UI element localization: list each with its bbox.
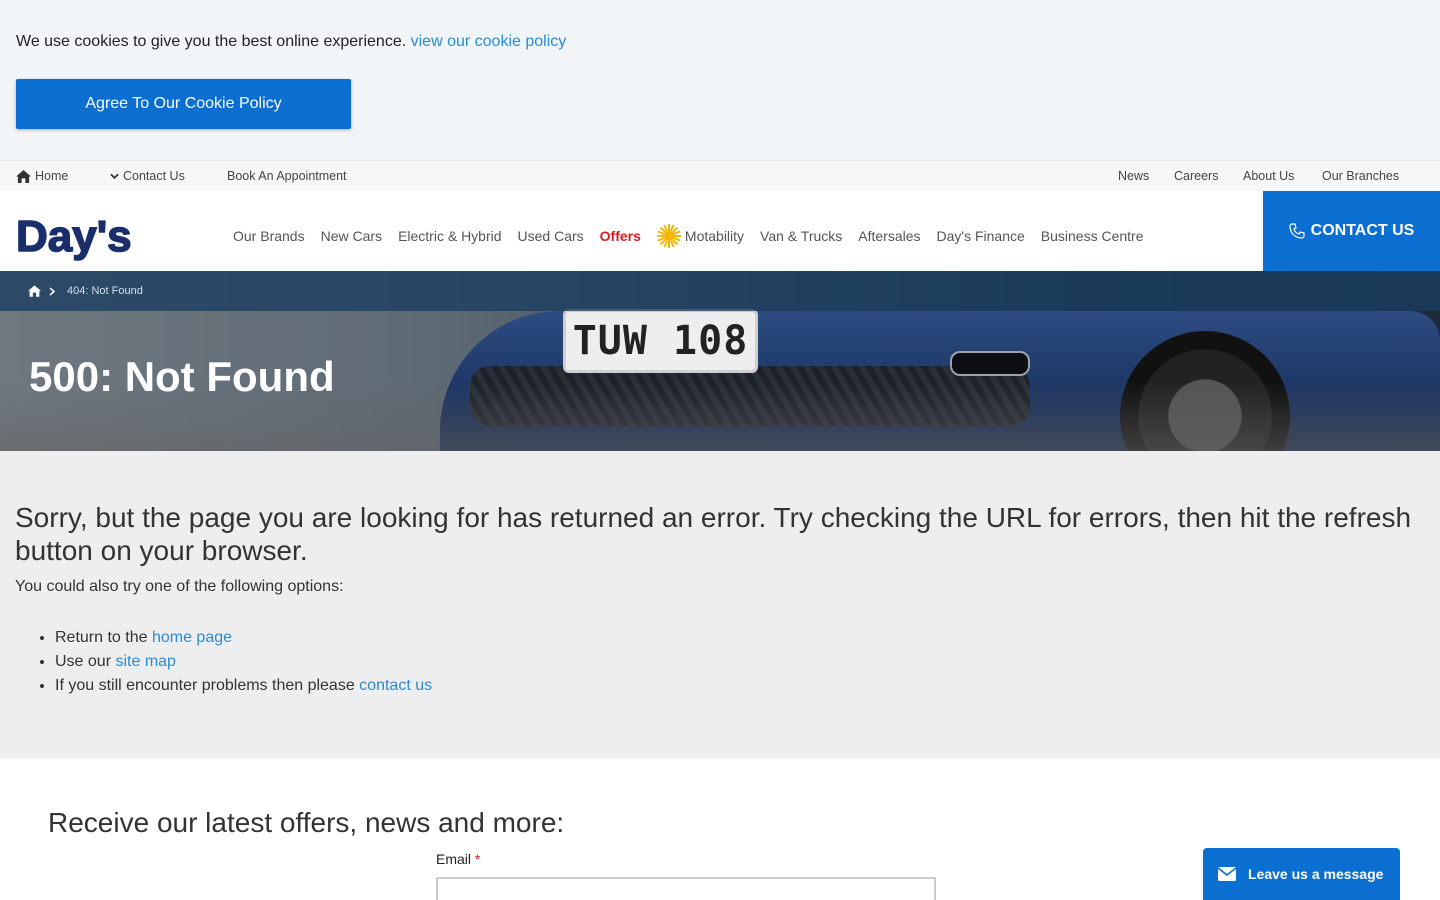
motability-sun-icon (656, 224, 681, 248)
email-label: Email * (436, 851, 480, 867)
cookie-policy-link[interactable]: view our cookie policy (411, 33, 567, 50)
contact-us-link[interactable]: contact us (359, 677, 432, 694)
required-mark: * (474, 851, 481, 867)
topbar-home-link[interactable]: Home (16, 169, 68, 183)
topbar-branches-label: Our Branches (1322, 169, 1400, 183)
nav-van-trucks[interactable]: Van & Trucks (760, 224, 842, 248)
utility-bar: Home Contact Us Book An Appointment News… (0, 160, 1440, 191)
nav-days-finance[interactable]: Day's Finance (937, 224, 1025, 248)
nav-electric-hybrid[interactable]: Electric & Hybrid (398, 224, 501, 248)
home-icon (16, 169, 31, 183)
leave-message-button[interactable]: Leave us a message (1203, 848, 1400, 900)
topbar-news-link[interactable]: News (1118, 169, 1149, 183)
nav-our-brands[interactable]: Our Brands (233, 224, 305, 248)
contact-us-label: CONTACT US (1310, 222, 1415, 239)
hero-car-fog-lamp (950, 351, 1030, 376)
topbar-branches-link[interactable]: Our Branches (1322, 169, 1399, 183)
svg-text:Day's: Day's (16, 212, 132, 261)
error-heading: Sorry, but the page you are looking for … (15, 502, 1412, 566)
topbar-contact-link[interactable]: Contact Us (110, 169, 185, 183)
topbar-news-label: News (1118, 169, 1150, 183)
topbar-contact-label: Contact Us (123, 169, 185, 183)
nav-offers[interactable]: Offers (600, 224, 641, 248)
list-item: Return to the home page (55, 626, 432, 650)
hero-number-plate: TUW 108 (563, 309, 758, 373)
error-subtext: You could also try one of the following … (15, 578, 344, 595)
topbar-home-label: Home (35, 169, 69, 183)
agree-cookie-button[interactable]: Agree To Our Cookie Policy (16, 79, 351, 129)
error-options-list: Return to the home page Use our site map… (55, 626, 432, 698)
option-text: Use our (55, 653, 116, 670)
email-field[interactable] (436, 877, 936, 900)
nav-aftersales[interactable]: Aftersales (858, 224, 920, 248)
breadcrumb-current: 404: Not Found (67, 285, 143, 297)
topbar-careers-label: Careers (1174, 169, 1219, 183)
topbar-about-link[interactable]: About Us (1243, 169, 1294, 183)
envelope-icon (1218, 867, 1236, 881)
nav-business-centre[interactable]: Business Centre (1041, 224, 1144, 248)
breadcrumb-home-icon[interactable] (28, 285, 41, 297)
cookie-banner: We use cookies to give you the best onli… (0, 0, 1440, 160)
topbar-book-label: Book An Appointment (227, 169, 347, 183)
page-title: 500: Not Found (29, 353, 335, 400)
breadcrumb: 404: Not Found (0, 271, 1440, 311)
option-text: Return to the (55, 629, 152, 646)
nav-motability-label: Motability (684, 228, 745, 244)
days-logo[interactable]: Day's (14, 205, 132, 261)
hero-banner: TUW 108 404: Not Found 500: Not Found (0, 271, 1440, 451)
phone-icon (1289, 223, 1305, 239)
main-nav: Our Brands New Cars Electric & Hybrid Us… (233, 224, 1160, 248)
nav-new-cars[interactable]: New Cars (321, 224, 382, 248)
contact-us-button[interactable]: CONTACT US (1263, 191, 1440, 271)
newsletter-title: Receive our latest offers, news and more… (48, 807, 565, 838)
site-map-link[interactable]: site map (115, 653, 175, 670)
list-item: Use our site map (55, 650, 432, 674)
topbar-about-label: About Us (1243, 169, 1295, 183)
home-page-link[interactable]: home page (152, 629, 232, 646)
email-label-text: Email (436, 851, 472, 867)
topbar-book-appointment-link[interactable]: Book An Appointment (227, 169, 347, 183)
chevron-right-icon (49, 286, 55, 296)
chevron-down-icon (110, 173, 119, 179)
nav-used-cars[interactable]: Used Cars (518, 224, 584, 248)
option-text: If you still encounter problems then ple… (55, 677, 360, 694)
topbar-careers-link[interactable]: Careers (1174, 169, 1218, 183)
main-header: Day's Our Brands New Cars Electric & Hyb… (0, 191, 1440, 271)
list-item: If you still encounter problems then ple… (55, 674, 432, 698)
error-section: Sorry, but the page you are looking for … (0, 451, 1440, 759)
cookie-message: We use cookies to give you the best onli… (16, 33, 566, 51)
nav-motability[interactable]: Motability (656, 224, 745, 248)
cookie-text: We use cookies to give you the best onli… (16, 33, 407, 50)
leave-message-label: Leave us a message (1248, 866, 1384, 882)
